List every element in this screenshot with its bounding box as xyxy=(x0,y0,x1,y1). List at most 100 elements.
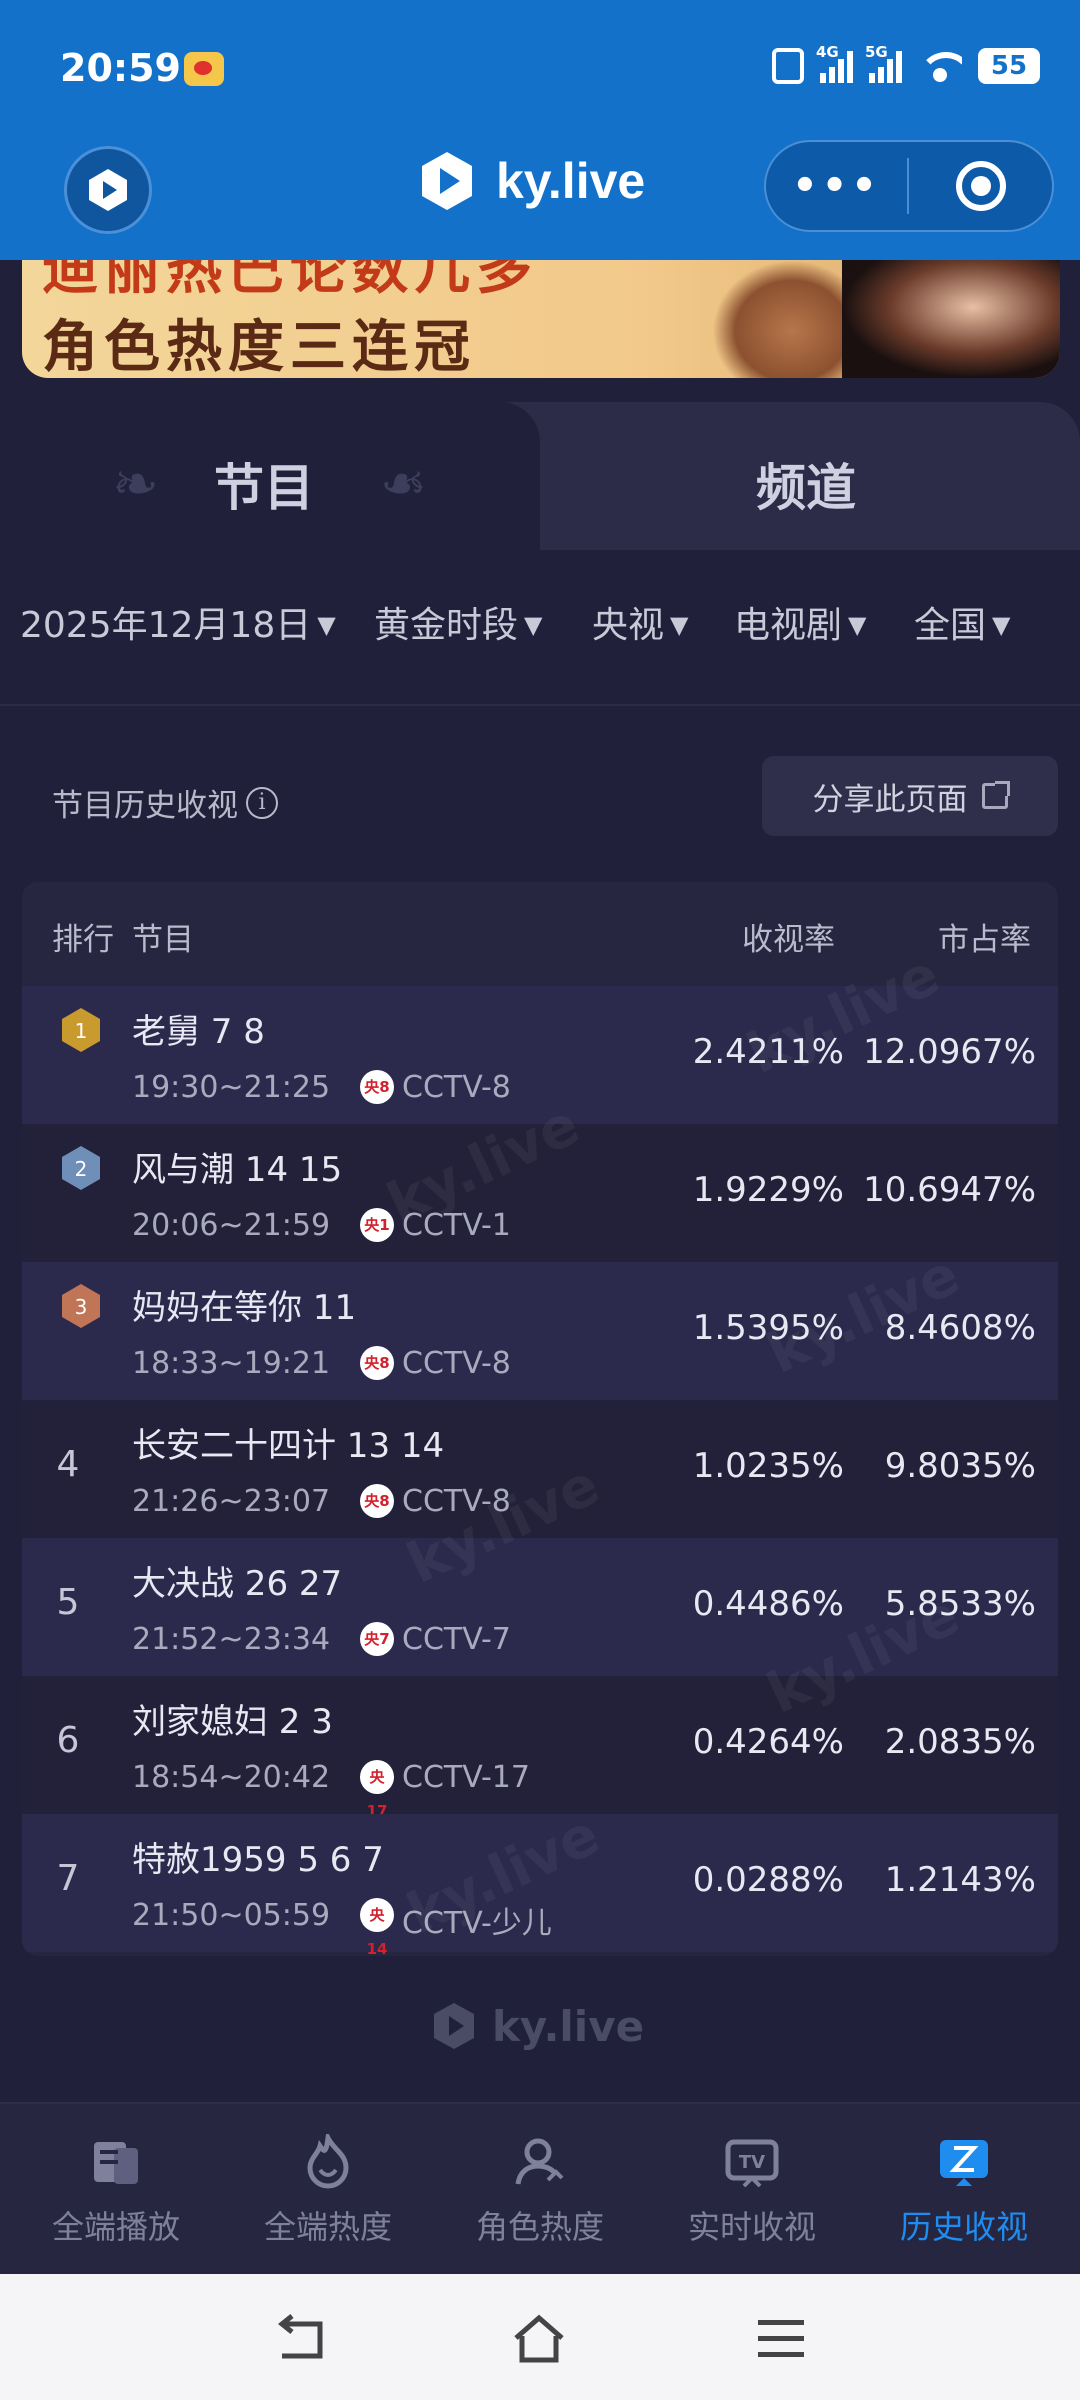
program-name: 长安二十四计 13 14 xyxy=(132,1426,445,1466)
nav-character-heat[interactable]: 角色热度 xyxy=(440,2134,640,2248)
genre-filter[interactable]: 电视剧 ▼ xyxy=(734,596,866,648)
brand: ky.live xyxy=(414,148,645,214)
nav-all-platform-heat[interactable]: 全端热度 xyxy=(228,2129,428,2248)
ratings-table: 排行 节目 收视率 市占率 1 老舅 7 8 19:30~21:25 央8 CC… xyxy=(22,882,1058,1956)
history-title-text: 节目历史收视 xyxy=(52,788,238,824)
genre-filter-label: 电视剧 xyxy=(734,605,843,646)
rank-number: 5 xyxy=(56,1582,80,1623)
svg-text:TV: TV xyxy=(739,2152,765,2173)
tab-programs-label[interactable]: 节目 xyxy=(214,448,314,520)
network-filter[interactable]: 央视 ▼ xyxy=(592,596,688,648)
program-name: 妈妈在等你 11 xyxy=(132,1288,357,1328)
signal-4g-icon: 4G xyxy=(816,43,853,83)
bronze-medal-icon: 3 xyxy=(60,1282,102,1330)
program-name: 老舅 7 8 xyxy=(132,1012,265,1052)
laurel-left-icon: ❧ xyxy=(112,452,159,517)
network-filter-label: 央视 xyxy=(592,605,665,646)
banner-line2: 角色热度三连冠 xyxy=(42,315,476,378)
timeslot-filter[interactable]: 黄金时段 ▼ xyxy=(374,596,542,648)
more-menu-button[interactable]: ••• xyxy=(766,163,907,209)
rank-number: 7 xyxy=(56,1858,80,1899)
share-page-label: 分享此页面 xyxy=(812,781,968,818)
external-link-icon xyxy=(981,781,1010,809)
vibrate-icon xyxy=(772,48,804,84)
network-4g-label: 4G xyxy=(816,43,839,61)
rating-value: 1.0235% xyxy=(692,1446,844,1486)
channel-name: CCTV-7 xyxy=(402,1622,511,1657)
banner-line1: 迪丽热巴论数几多 xyxy=(42,260,538,302)
share-value: 10.6947% xyxy=(863,1170,1036,1210)
caret-down-icon: ▼ xyxy=(670,611,689,639)
filter-bar: 2025年12月18日 ▼ 黄金时段 ▼ 央视 ▼ 电视剧 ▼ 全国 ▼ xyxy=(0,596,1080,660)
footer-brand: ky.live xyxy=(428,2000,644,2052)
caret-down-icon: ▼ xyxy=(524,611,543,639)
rank-number: 4 xyxy=(56,1444,80,1485)
app-header: ky.live ••• xyxy=(0,140,1080,260)
timeslot-filter-label: 黄金时段 xyxy=(374,605,519,646)
date-filter-label: 2025年12月18日 xyxy=(20,605,312,646)
history-icon xyxy=(936,2134,992,2190)
cctv-channel-icon: 央8 xyxy=(360,1346,394,1380)
header-program: 节目 xyxy=(132,922,194,958)
cctv-channel-icon: 央8 xyxy=(360,1484,394,1518)
ky-logo-icon xyxy=(422,152,472,210)
laurel-right-icon: ❧ xyxy=(380,452,427,517)
share-page-button[interactable]: 分享此页面 xyxy=(762,756,1058,836)
cctv-channel-icon: 央17 xyxy=(360,1760,394,1820)
menu-icon[interactable] xyxy=(754,2314,808,2364)
program-time: 19:30~21:25 xyxy=(132,1070,331,1105)
nav-label: 全端热度 xyxy=(263,2208,392,2246)
status-time: 20:59 xyxy=(60,46,181,90)
program-name: 大决战 26 27 xyxy=(132,1564,343,1604)
app-logo-button[interactable] xyxy=(64,146,152,234)
region-filter-label: 全国 xyxy=(914,605,987,646)
play-doc-icon xyxy=(88,2134,144,2190)
info-icon[interactable]: i xyxy=(246,786,278,819)
channel-name: CCTV-8 xyxy=(402,1070,511,1105)
header-rating: 收视率 xyxy=(742,922,835,958)
network-5g-label: 5G xyxy=(865,43,888,61)
rank-number: 6 xyxy=(56,1720,80,1761)
back-icon[interactable] xyxy=(272,2314,326,2364)
history-title: 节目历史收视 i xyxy=(52,780,278,825)
home-icon[interactable] xyxy=(512,2314,566,2364)
ky-logo-icon xyxy=(434,2003,474,2049)
nav-label: 实时收视 xyxy=(687,2208,816,2246)
tab-channels-label[interactable]: 频道 xyxy=(756,448,856,520)
table-row[interactable]: 6 刘家媳妇 2 3 18:54~20:42 央17 CCTV-17 0.426… xyxy=(22,1676,1058,1820)
promo-banner[interactable]: 迪丽热巴论数几多 角色热度三连冠 xyxy=(22,260,1060,378)
program-time: 20:06~21:59 xyxy=(132,1208,331,1243)
program-time: 18:54~20:42 xyxy=(132,1760,331,1795)
cctv-channel-icon: 央1 xyxy=(360,1208,394,1242)
target-icon xyxy=(955,161,1006,211)
channel-name: CCTV-8 xyxy=(402,1346,511,1381)
cctv-channel-icon: 央7 xyxy=(360,1622,394,1656)
mini-program-capsule: ••• xyxy=(764,140,1054,232)
caret-down-icon: ▼ xyxy=(317,611,336,639)
close-mini-program-button[interactable] xyxy=(909,161,1052,211)
svg-text:2: 2 xyxy=(75,1157,88,1181)
program-name: 特赦1959 5 6 7 xyxy=(132,1840,384,1880)
date-filter[interactable]: 2025年12月18日 ▼ xyxy=(20,596,336,648)
flame-icon xyxy=(300,2129,356,2190)
share-value: 1.2143% xyxy=(884,1860,1036,1900)
rating-value: 0.4486% xyxy=(692,1584,844,1624)
program-name: 刘家媳妇 2 3 xyxy=(132,1702,333,1742)
rating-value: 1.9229% xyxy=(692,1170,844,1210)
svg-text:3: 3 xyxy=(75,1295,88,1319)
nav-all-platform-play[interactable]: 全端播放 xyxy=(16,2134,216,2248)
ky-logo-icon xyxy=(89,169,127,211)
wifi-icon xyxy=(918,50,962,82)
cctv-channel-icon: 央14 xyxy=(360,1898,394,1956)
signal-5g-icon: 5G xyxy=(865,43,902,83)
cctv-channel-icon: 央8 xyxy=(360,1070,394,1104)
share-value: 2.0835% xyxy=(884,1722,1036,1762)
caret-down-icon: ▼ xyxy=(848,611,867,639)
nav-history-ratings[interactable]: 历史收视 xyxy=(864,2134,1064,2248)
program-time: 21:52~23:34 xyxy=(132,1622,331,1657)
nav-realtime-ratings[interactable]: TV 实时收视 xyxy=(652,2134,852,2248)
status-indicators: 4G 5G 55 xyxy=(772,43,1040,84)
filter-divider xyxy=(0,704,1080,706)
region-filter[interactable]: 全国 ▼ xyxy=(914,596,1010,648)
nav-label: 历史收视 xyxy=(899,2208,1028,2246)
